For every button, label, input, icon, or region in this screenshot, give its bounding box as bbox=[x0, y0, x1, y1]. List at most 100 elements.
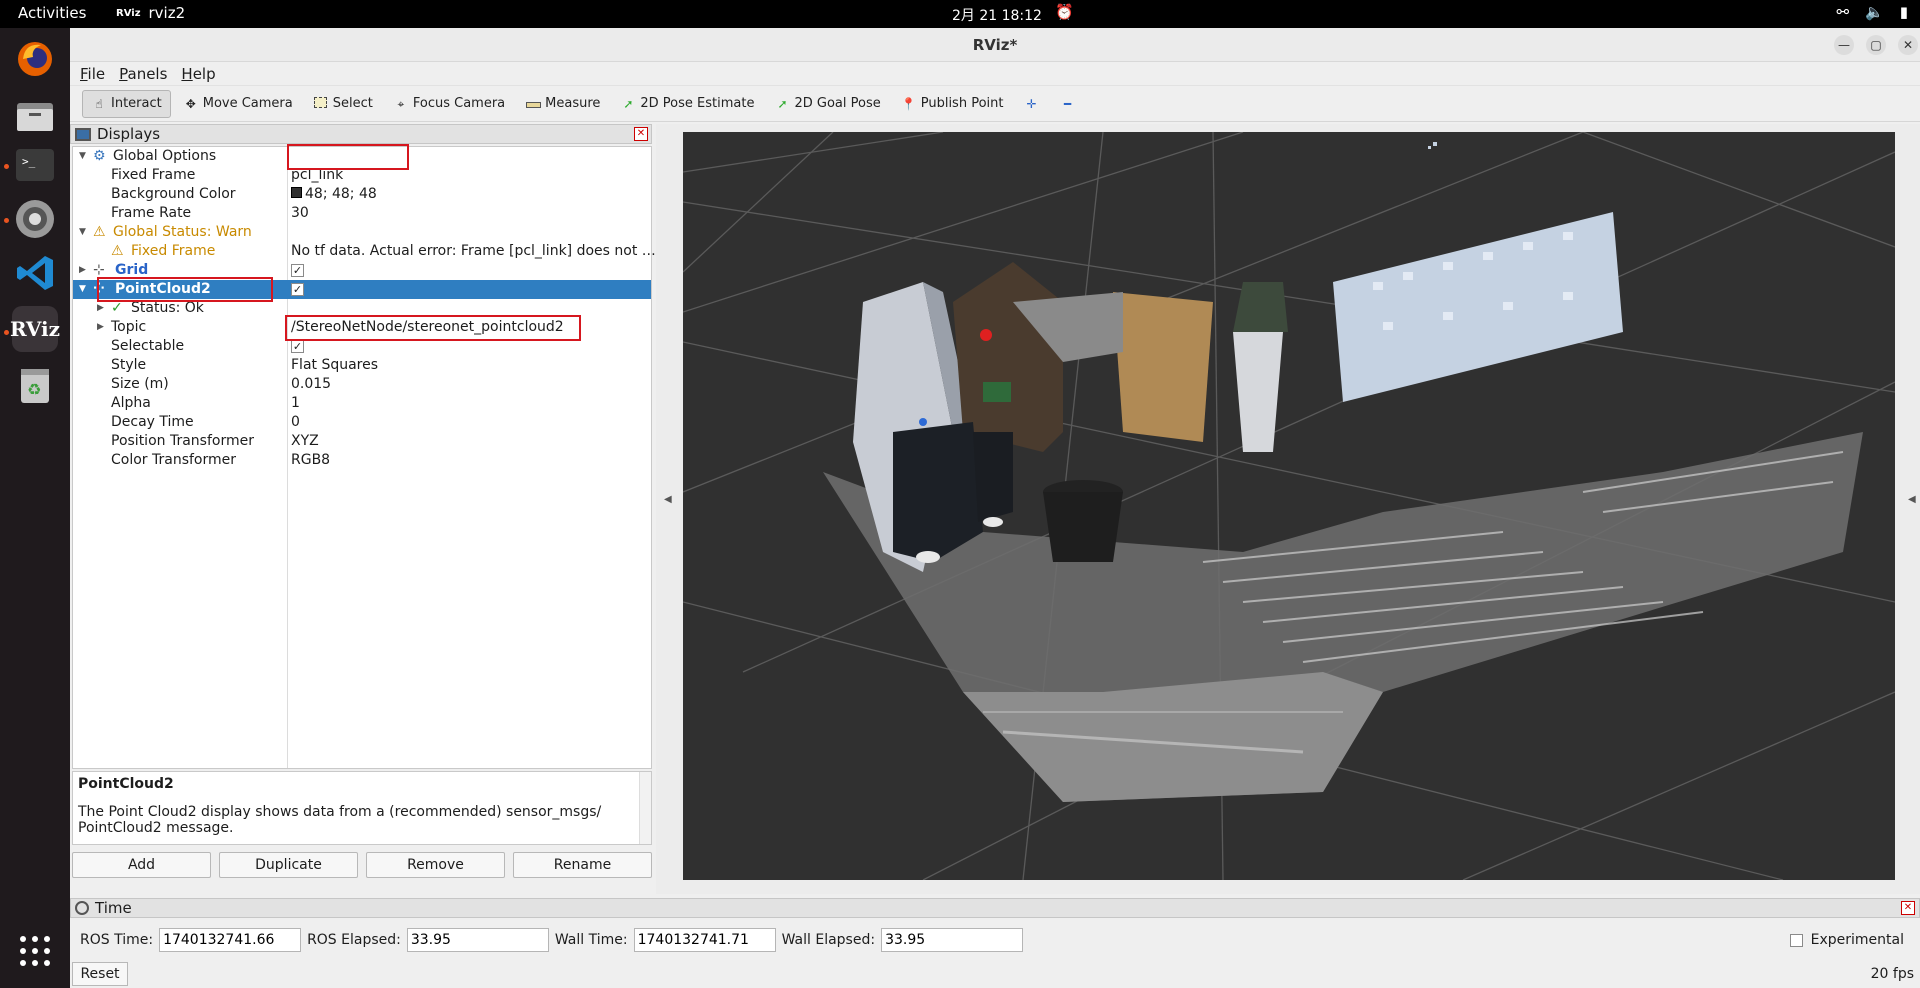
vscode-icon[interactable] bbox=[12, 250, 58, 296]
tool-label: Publish Point bbox=[920, 96, 1004, 111]
tree-row-background-color[interactable]: Background Color 48; 48; 48 bbox=[73, 185, 651, 204]
focus-camera-icon: ⌖ bbox=[397, 96, 405, 111]
show-apps-icon[interactable] bbox=[12, 928, 58, 974]
row-key: Topic bbox=[111, 319, 147, 335]
collapse-arrow-icon[interactable]: ▶ bbox=[97, 318, 104, 337]
clock[interactable]: 2月 21 18:12 bbox=[952, 5, 1042, 25]
collapse-arrow-icon[interactable]: ▶ bbox=[79, 261, 86, 280]
ros-time-label: ROS Time: bbox=[80, 932, 154, 948]
trash-icon[interactable]: ♻ bbox=[12, 362, 58, 408]
expand-arrow-icon[interactable]: ▼ bbox=[79, 223, 86, 242]
tool-2d-goal-pose[interactable]: ➚ 2D Goal Pose bbox=[766, 90, 888, 118]
close-panel-icon[interactable]: ✕ bbox=[1901, 901, 1915, 915]
settings-icon[interactable] bbox=[12, 196, 58, 242]
duplicate-button[interactable]: Duplicate bbox=[219, 852, 358, 878]
annotation-box bbox=[287, 144, 409, 170]
terminal-icon[interactable]: >_ bbox=[12, 142, 58, 188]
size-value[interactable]: 0.015 bbox=[291, 375, 331, 394]
style-value[interactable]: Flat Squares bbox=[291, 356, 378, 375]
wall-elapsed-field[interactable] bbox=[881, 928, 1024, 952]
tool-label: Focus Camera bbox=[412, 96, 506, 111]
wall-time-field[interactable] bbox=[633, 928, 776, 952]
grid-enabled-checkbox[interactable]: ✓ bbox=[291, 261, 304, 280]
collapse-left-icon[interactable]: ◀ bbox=[664, 494, 672, 505]
system-tray[interactable]: ⚯ 🔈 ▮ bbox=[1836, 3, 1908, 21]
wall-elapsed-label: Wall Elapsed: bbox=[781, 932, 876, 948]
tool-publish-point[interactable]: 📍 Publish Point bbox=[893, 90, 1012, 118]
tree-row-fixed-frame-warn[interactable]: ⚠ Fixed Frame No tf data. Actual error: … bbox=[73, 242, 656, 261]
frame-rate-value[interactable]: 30 bbox=[291, 204, 309, 223]
row-key: Color Transformer bbox=[111, 452, 237, 468]
tree-row-frame-rate[interactable]: Frame Rate 30 bbox=[73, 204, 651, 223]
expand-arrow-icon[interactable]: ▼ bbox=[79, 280, 86, 299]
minimize-button[interactable]: — bbox=[1834, 35, 1854, 55]
tool-2d-pose-estimate[interactable]: ➚ 2D Pose Estimate bbox=[612, 90, 762, 118]
add-tool-button[interactable]: ✛ bbox=[1015, 90, 1047, 118]
volume-icon: 🔈 bbox=[1865, 3, 1884, 21]
tool-move-camera[interactable]: ✥ Move Camera bbox=[175, 90, 301, 118]
pointcloud2-enabled-checkbox[interactable]: ✓ bbox=[291, 280, 304, 299]
tree-row-color-transformer[interactable]: Color Transformer RGB8 bbox=[73, 451, 651, 470]
menu-help[interactable]: Help bbox=[181, 65, 215, 83]
display-tree[interactable]: ▼ ⚙ Global Options Fixed Frame pcl_link … bbox=[72, 144, 656, 769]
position-transformer-value[interactable]: XYZ bbox=[291, 432, 319, 451]
app-menu[interactable]: RViz rviz2 bbox=[116, 4, 185, 22]
color-transformer-value[interactable]: RGB8 bbox=[291, 451, 330, 470]
tree-row-size[interactable]: Size (m) 0.015 bbox=[73, 375, 651, 394]
title-bar[interactable]: RViz* — ▢ ✕ bbox=[70, 28, 1920, 62]
row-key: Global Status: Warn bbox=[113, 224, 252, 240]
rename-button[interactable]: Rename bbox=[513, 852, 652, 878]
fixed-frame-error: No tf data. Actual error: Frame [pcl_lin… bbox=[291, 243, 656, 259]
rviz-icon[interactable]: RViz bbox=[10, 306, 60, 352]
tool-focus-camera[interactable]: ⌖ Focus Camera bbox=[385, 90, 513, 118]
displays-title: Displays bbox=[97, 125, 161, 143]
expand-arrow-icon[interactable]: ▼ bbox=[79, 147, 86, 166]
collapse-right-icon[interactable]: ◀ bbox=[1908, 494, 1916, 505]
tree-row-alpha[interactable]: Alpha 1 bbox=[73, 394, 651, 413]
displays-header: Displays ✕ bbox=[70, 124, 652, 144]
network-icon: ⚯ bbox=[1836, 3, 1850, 21]
time-header: Time ✕ bbox=[70, 898, 1920, 918]
ros-elapsed-field[interactable] bbox=[406, 928, 549, 952]
minus-icon: ━ bbox=[1063, 96, 1072, 111]
row-key: Global Options bbox=[113, 148, 217, 164]
add-button[interactable]: Add bbox=[72, 852, 211, 878]
system-top-bar: Activities RViz rviz2 2月 21 18:12 ⏰ ⚯ 🔈 … bbox=[0, 0, 1920, 28]
tree-row-global-status[interactable]: ▼ ⚠ Global Status: Warn bbox=[73, 223, 651, 242]
experimental-checkbox[interactable] bbox=[1789, 933, 1803, 947]
tool-select[interactable]: Select bbox=[305, 90, 381, 118]
tree-row-decay-time[interactable]: Decay Time 0 bbox=[73, 413, 651, 432]
tool-measure[interactable]: Measure bbox=[517, 90, 608, 118]
files-icon[interactable] bbox=[12, 92, 58, 138]
ros-time-field[interactable] bbox=[159, 928, 302, 952]
remove-tool-button[interactable]: ━ bbox=[1051, 90, 1083, 118]
menu-file[interactable]: File bbox=[80, 65, 105, 83]
reset-button[interactable]: Reset bbox=[72, 962, 128, 986]
activities-button[interactable]: Activities bbox=[18, 4, 86, 22]
3d-render-view[interactable] bbox=[683, 132, 1895, 880]
maximize-button[interactable]: ▢ bbox=[1866, 35, 1886, 55]
row-key: Decay Time bbox=[111, 414, 194, 430]
description-panel: PointCloud2 The Point Cloud2 display sho… bbox=[72, 771, 652, 845]
tree-row-position-transformer[interactable]: Position Transformer XYZ bbox=[73, 432, 651, 451]
alpha-value[interactable]: 1 bbox=[291, 394, 300, 413]
close-panel-icon[interactable]: ✕ bbox=[634, 127, 648, 141]
firefox-icon[interactable] bbox=[12, 36, 58, 82]
tool-interact[interactable]: ☝ Interact bbox=[82, 89, 171, 118]
row-key: Fixed Frame bbox=[111, 167, 196, 183]
tool-label: Interact bbox=[111, 96, 162, 111]
ros-elapsed-label: ROS Elapsed: bbox=[307, 932, 401, 948]
displays-panel: Displays ✕ ▼ ⚙ Global Options Fixed Fram… bbox=[70, 124, 656, 896]
description-title: PointCloud2 bbox=[78, 776, 174, 792]
description-scrollbar[interactable] bbox=[639, 772, 651, 844]
experimental-toggle[interactable]: Experimental bbox=[1789, 932, 1904, 948]
bg-value-text: 48; 48; 48 bbox=[305, 186, 377, 202]
row-key: Size (m) bbox=[111, 376, 169, 392]
decay-value[interactable]: 0 bbox=[291, 413, 300, 432]
remove-button[interactable]: Remove bbox=[366, 852, 505, 878]
tree-row-style[interactable]: Style Flat Squares bbox=[73, 356, 651, 375]
background-color-value[interactable]: 48; 48; 48 bbox=[291, 185, 377, 204]
close-button[interactable]: ✕ bbox=[1898, 35, 1918, 55]
menu-panels[interactable]: Panels bbox=[119, 65, 167, 83]
row-key: Selectable bbox=[111, 338, 185, 354]
